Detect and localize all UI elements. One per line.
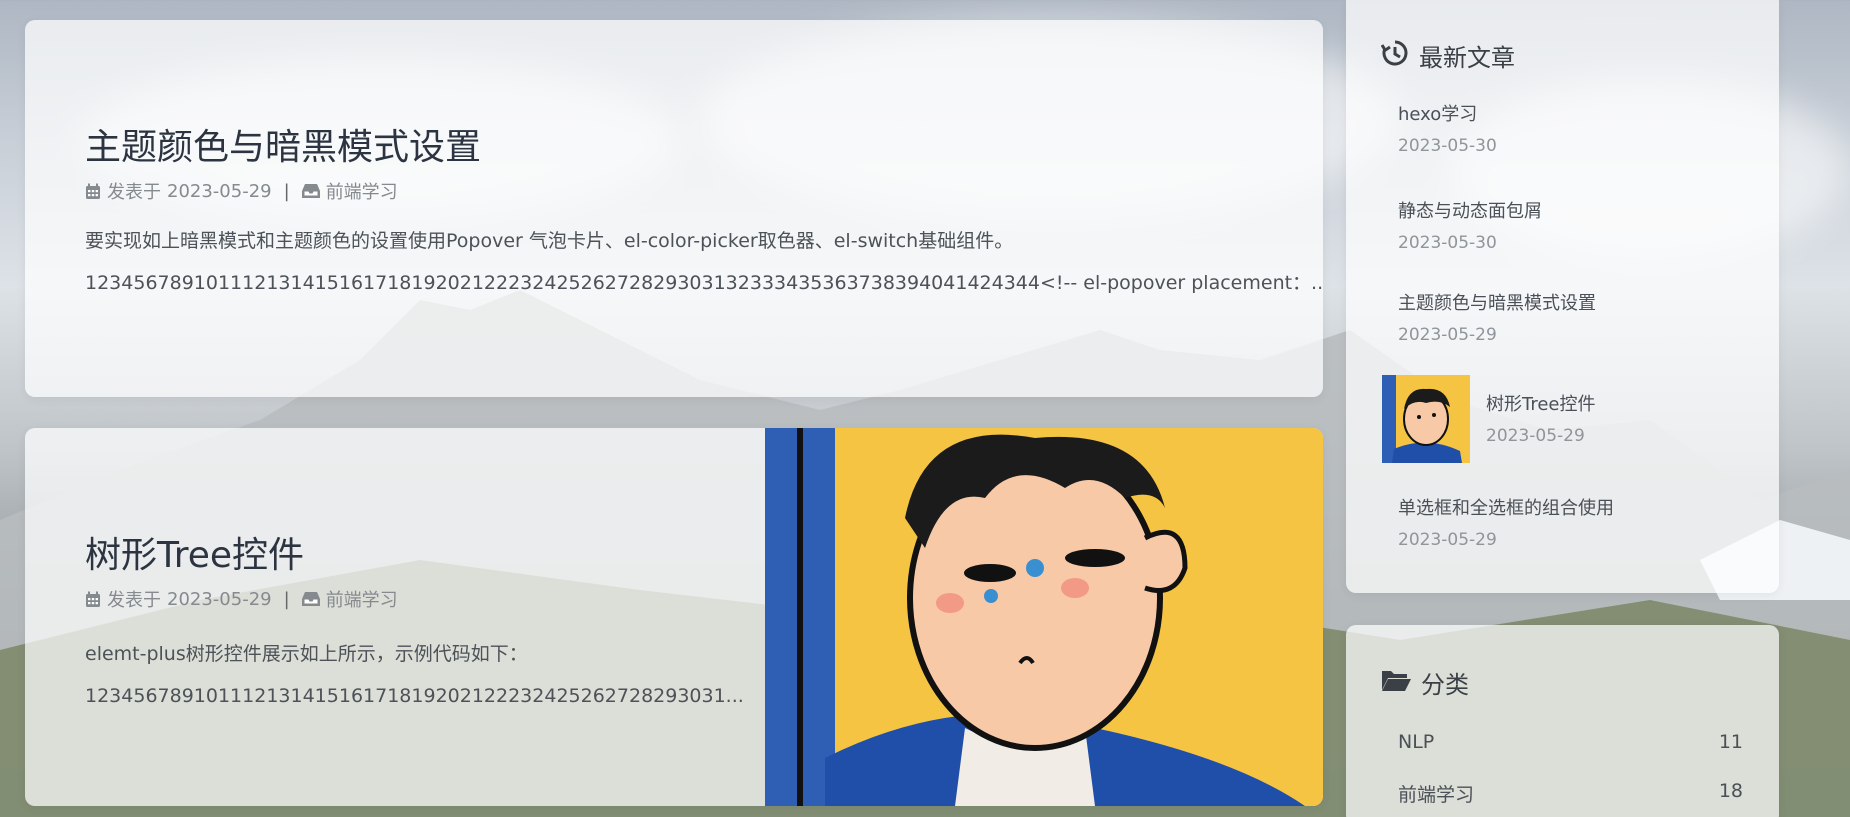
post-cover-image[interactable] (765, 428, 1323, 806)
recent-posts-heading: 最新文章 (1380, 38, 1515, 73)
recent-post-date: 2023-05-29 (1398, 325, 1497, 345)
category-count: 11 (1718, 731, 1743, 753)
post-category-link[interactable]: 前端学习 (326, 586, 398, 612)
categories-heading: 分类 (1381, 665, 1469, 700)
recent-posts-title: 最新文章 (1419, 44, 1515, 72)
recent-post-date: 2023-05-30 (1398, 136, 1497, 156)
post-category-link[interactable]: 前端学习 (326, 178, 398, 204)
post-excerpt: elemt-plus树形控件展示如上所示，示例代码如下： 12345678910… (85, 633, 744, 717)
post-excerpt: 要实现如上暗黑模式和主题颜色的设置使用Popover 气泡卡片、el-color… (85, 220, 1323, 304)
history-icon (1380, 39, 1409, 73)
category-name[interactable]: NLP (1398, 731, 1434, 753)
recent-post-title[interactable]: 单选框和全选框的组合使用 (1398, 494, 1614, 520)
category-count: 18 (1718, 780, 1743, 802)
post-meta: 发表于 2023-05-29 | 前端学习 (85, 586, 398, 612)
category-name[interactable]: 前端学习 (1398, 780, 1474, 807)
excerpt-line: 要实现如上暗黑模式和主题颜色的设置使用Popover 气泡卡片、el-color… (85, 230, 1014, 252)
excerpt-line: elemt-plus树形控件展示如上所示，示例代码如下： (85, 643, 528, 665)
calendar-icon (85, 591, 101, 608)
excerpt-line: 1234567891011121314151617181920212223242… (85, 272, 1323, 294)
calendar-icon (85, 183, 101, 200)
meta-separator: | (283, 180, 290, 202)
recent-post-date: 2023-05-29 (1398, 530, 1497, 550)
recent-post-thumbnail[interactable] (1382, 375, 1470, 463)
post-title[interactable]: 树形Tree控件 (85, 526, 304, 578)
recent-post-date: 2023-05-29 (1486, 426, 1585, 446)
post-date: 2023-05-29 (167, 588, 272, 610)
recent-post-date: 2023-05-30 (1398, 233, 1497, 253)
meta-prefix: 发表于 (107, 590, 161, 611)
post-card[interactable]: 树形Tree控件 发表于 2023-05-29 | 前端学习 elemt-plu… (25, 428, 1323, 806)
folder-open-icon (1381, 668, 1411, 698)
recent-post-title[interactable]: 主题颜色与暗黑模式设置 (1398, 289, 1596, 315)
inbox-icon (301, 183, 320, 199)
categories-title: 分类 (1421, 671, 1469, 699)
meta-prefix: 发表于 (107, 182, 161, 203)
recent-posts-widget: 最新文章 hexo学习 2023-05-30 静态与动态面包屑 2023-05-… (1346, 0, 1779, 593)
recent-post-item[interactable]: hexo学习 2023-05-30 (1398, 100, 1497, 156)
category-item[interactable]: NLP 11 (1398, 731, 1743, 753)
post-title[interactable]: 主题颜色与暗黑模式设置 (85, 118, 481, 170)
recent-post-item[interactable]: 主题颜色与暗黑模式设置 2023-05-29 (1398, 289, 1596, 345)
inbox-icon (301, 591, 320, 607)
categories-widget: 分类 NLP 11 前端学习 18 (1346, 625, 1779, 817)
recent-post-item[interactable]: 静态与动态面包屑 2023-05-30 (1398, 197, 1542, 253)
excerpt-line: 1234567891011121314151617181920212223242… (85, 685, 744, 707)
recent-post-title[interactable]: hexo学习 (1398, 100, 1497, 126)
recent-post-item[interactable]: 树形Tree控件 2023-05-29 (1486, 390, 1596, 446)
post-date: 2023-05-29 (167, 180, 272, 202)
recent-post-title[interactable]: 静态与动态面包屑 (1398, 197, 1542, 223)
recent-post-item[interactable]: 单选框和全选框的组合使用 2023-05-29 (1398, 494, 1614, 550)
post-meta: 发表于 2023-05-29 | 前端学习 (85, 178, 398, 204)
recent-post-title[interactable]: 树形Tree控件 (1486, 390, 1596, 416)
post-card[interactable]: 主题颜色与暗黑模式设置 发表于 2023-05-29 | 前端学习 要实现如上暗… (25, 20, 1323, 397)
category-item[interactable]: 前端学习 18 (1398, 780, 1743, 807)
meta-separator: | (283, 588, 290, 610)
